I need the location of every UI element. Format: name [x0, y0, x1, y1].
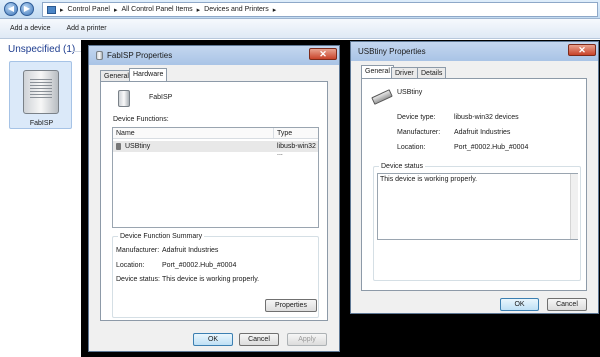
group-header[interactable]: Unspecified (1) [8, 44, 75, 55]
manufacturer-value: Adafruit Industries [162, 247, 219, 254]
tab-general[interactable]: General [361, 65, 394, 79]
device-icon [96, 51, 103, 60]
summary-title: Device Function Summary [118, 233, 205, 240]
device-name: FabISP [149, 94, 173, 101]
manufacturer-label: Manufacturer: [116, 247, 160, 254]
dialog-title: USBtiny Properties [358, 47, 426, 56]
breadcrumb-sep-icon: ▸ [196, 6, 201, 14]
summary-groupbox: Device Function Summary Manufacturer: Ad… [112, 233, 319, 318]
add-printer-button[interactable]: Add a printer [66, 25, 106, 32]
location-value: Port_#0002.Hub_#0004 [454, 144, 529, 151]
ok-button[interactable]: OK [193, 333, 233, 346]
hardware-tab-panel: FabISP Device Functions: Name Type USBti… [100, 81, 328, 321]
status-value: This device is working properly. [162, 276, 260, 283]
dialog-title: FabISP Properties [107, 51, 173, 60]
row-type: libusb-win32 ... [277, 143, 316, 157]
fabisp-properties-dialog: FabISP Properties ✕ General Hardware Fab… [88, 45, 340, 352]
add-device-button[interactable]: Add a device [10, 25, 50, 32]
device-label: FabISP [29, 120, 54, 127]
device-functions-list[interactable]: Name Type USBtiny libusb-win32 ... [112, 127, 319, 228]
scrollbar[interactable] [570, 174, 578, 239]
address-bar-area: ◀ ▶ ▸ Control Panel ▸ All Control Panel … [0, 0, 600, 19]
device-icon [23, 70, 59, 114]
fab-title-bar: FabISP Properties [89, 46, 339, 65]
usb-plug-icon [116, 143, 121, 150]
usb-device-icon [371, 89, 393, 105]
usb-title-bar: USBtiny Properties [351, 42, 598, 61]
column-header-type[interactable]: Type [277, 130, 292, 137]
cancel-button[interactable]: Cancel [239, 333, 279, 346]
column-divider [273, 128, 274, 139]
device-type-label: Device type: [397, 114, 436, 121]
back-arrow-icon[interactable]: ◀ [4, 2, 18, 16]
breadcrumb-item[interactable]: Control Panel [68, 6, 110, 13]
location-label: Location: [116, 262, 145, 269]
forward-arrow-icon[interactable]: ▶ [20, 2, 34, 16]
ok-button[interactable]: OK [500, 298, 539, 311]
general-tab-panel: USBtiny Device type: libusb-win32 device… [361, 78, 587, 291]
manufacturer-label: Manufacturer: [397, 129, 441, 136]
breadcrumb-sep-icon: ▸ [113, 6, 118, 14]
status-textbox[interactable]: This device is working properly. [377, 173, 578, 240]
command-bar: Add a device Add a printer [0, 19, 600, 39]
device-tile-fabisp[interactable]: FabISP [9, 61, 72, 129]
apply-button[interactable]: Apply [287, 333, 327, 346]
properties-button[interactable]: Properties [265, 299, 317, 312]
close-button[interactable]: ✕ [309, 48, 337, 60]
device-functions-label: Device Functions: [113, 116, 169, 123]
device-name: USBtiny [397, 89, 423, 96]
row-name: USBtiny [125, 143, 151, 150]
usbtiny-properties-dialog: USBtiny Properties ✕ General Driver Deta… [350, 41, 599, 314]
control-panel-icon [47, 5, 56, 14]
status-title: Device status [379, 163, 426, 170]
close-button[interactable]: ✕ [568, 44, 596, 56]
list-header: Name Type [113, 128, 318, 139]
location-label: Location: [397, 144, 426, 151]
breadcrumb-sep-icon: ▸ [60, 6, 64, 14]
location-value: Port_#0002.Hub_#0004 [162, 262, 237, 269]
manufacturer-value: Adafruit Industries [454, 129, 511, 136]
device-status-groupbox: Device status This device is working pro… [373, 163, 581, 281]
status-text: This device is working properly. [380, 176, 478, 183]
tab-hardware[interactable]: Hardware [129, 68, 168, 82]
status-label: Device status: [116, 276, 160, 283]
table-row[interactable]: USBtiny libusb-win32 ... [113, 141, 318, 157]
breadcrumb-sep-icon: ▸ [272, 6, 277, 14]
device-icon [118, 90, 130, 107]
breadcrumb-item[interactable]: Devices and Printers [204, 6, 269, 13]
cancel-button[interactable]: Cancel [547, 298, 587, 311]
device-type-value: libusb-win32 devices [454, 114, 519, 121]
breadcrumb-item[interactable]: All Control Panel Items [121, 6, 192, 13]
breadcrumb[interactable]: ▸ Control Panel ▸ All Control Panel Item… [42, 2, 598, 17]
column-header-name[interactable]: Name [116, 130, 135, 137]
